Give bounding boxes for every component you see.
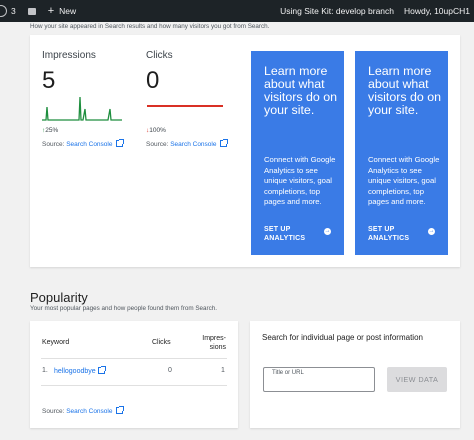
impressions-search-console-link[interactable]: Search Console — [66, 141, 112, 148]
cta-title: Learn more about what visitors do on you… — [368, 64, 442, 117]
keywords-table-card: Keyword Clicks Impres- sions 1. hellogoo… — [30, 321, 238, 428]
impressions-column-header: Impres- sions — [202, 335, 226, 351]
search-traffic-panel: Impressions 5 ↑25% Source: Search Consol… — [30, 35, 460, 267]
keyword-column-header: Keyword — [42, 339, 70, 346]
impressions-value: 5 — [42, 67, 56, 94]
howdy-user-menu[interactable]: Howdy, 10upCH1 — [404, 6, 470, 16]
external-link-icon[interactable] — [116, 406, 125, 414]
external-link-icon[interactable] — [220, 139, 229, 147]
clicks-change: ↓100% — [146, 127, 166, 134]
table-header-divider — [41, 358, 227, 359]
external-link-icon[interactable] — [116, 139, 125, 147]
new-label: New — [59, 6, 77, 16]
clicks-sparkline — [147, 105, 223, 107]
popularity-subtitle: Your most popular pages and how people f… — [30, 305, 218, 312]
impressions-sparkline — [42, 96, 122, 121]
clicks-value: 0 — [146, 67, 160, 94]
table-row-divider — [41, 385, 227, 386]
clicks-source: Source: Search Console — [146, 139, 229, 148]
arrow-right-icon[interactable]: → — [428, 228, 435, 235]
cta-body: Connect with Google Analytics to see uni… — [264, 155, 336, 207]
arrow-right-icon[interactable]: → — [324, 228, 331, 235]
view-data-button[interactable]: VIEW DATA — [387, 367, 447, 392]
external-link-icon[interactable] — [97, 366, 106, 374]
clicks-metric: Clicks 0 — [146, 50, 173, 95]
keyword-link[interactable]: hellogoodbye — [54, 366, 106, 375]
clicks-label: Clicks — [146, 50, 173, 61]
analytics-cta-card: Learn more about what visitors do on you… — [251, 51, 344, 255]
plus-icon: + — [47, 4, 55, 17]
impressions-source: Source: Search Console — [42, 139, 125, 148]
impressions-change: ↑25% — [42, 127, 59, 134]
comments-count[interactable]: 3 — [11, 6, 16, 16]
setup-analytics-link[interactable]: SET UP ANALYTICS — [264, 225, 305, 243]
cta-title: Learn more about what visitors do on you… — [264, 64, 338, 117]
table-source: Source: Search Console — [42, 406, 125, 415]
admin-bar: 3 + New Using Site Kit: develop branch H… — [0, 0, 474, 22]
site-kit-branch-label[interactable]: Using Site Kit: develop branch — [280, 6, 394, 16]
clicks-search-console-link[interactable]: Search Console — [170, 141, 216, 148]
popularity-title: Popularity — [30, 290, 88, 305]
clicks-column-header: Clicks — [152, 339, 171, 346]
new-menu[interactable]: + New — [47, 4, 77, 17]
analytics-cta-card: Learn more about what visitors do on you… — [355, 51, 448, 255]
cta-body: Connect with Google Analytics to see uni… — [368, 155, 440, 207]
comments-icon[interactable] — [27, 7, 36, 15]
search-subtitle: How your site appeared in Search results… — [30, 23, 270, 30]
page-search-card: Search for individual page or post infor… — [250, 321, 460, 428]
impressions-metric: Impressions 5 — [42, 50, 96, 95]
page-search-title: Search for individual page or post infor… — [262, 333, 423, 342]
wordpress-logo-icon[interactable] — [0, 5, 7, 17]
title-or-url-label: Title or URL — [272, 370, 304, 376]
impressions-label: Impressions — [42, 50, 96, 61]
keyword-impressions: 1 — [221, 367, 225, 374]
keyword-clicks: 0 — [168, 367, 172, 374]
title-or-url-field[interactable]: Title or URL — [263, 367, 375, 392]
table-search-console-link[interactable]: Search Console — [66, 408, 112, 415]
setup-analytics-link[interactable]: SET UP ANALYTICS — [368, 225, 409, 243]
